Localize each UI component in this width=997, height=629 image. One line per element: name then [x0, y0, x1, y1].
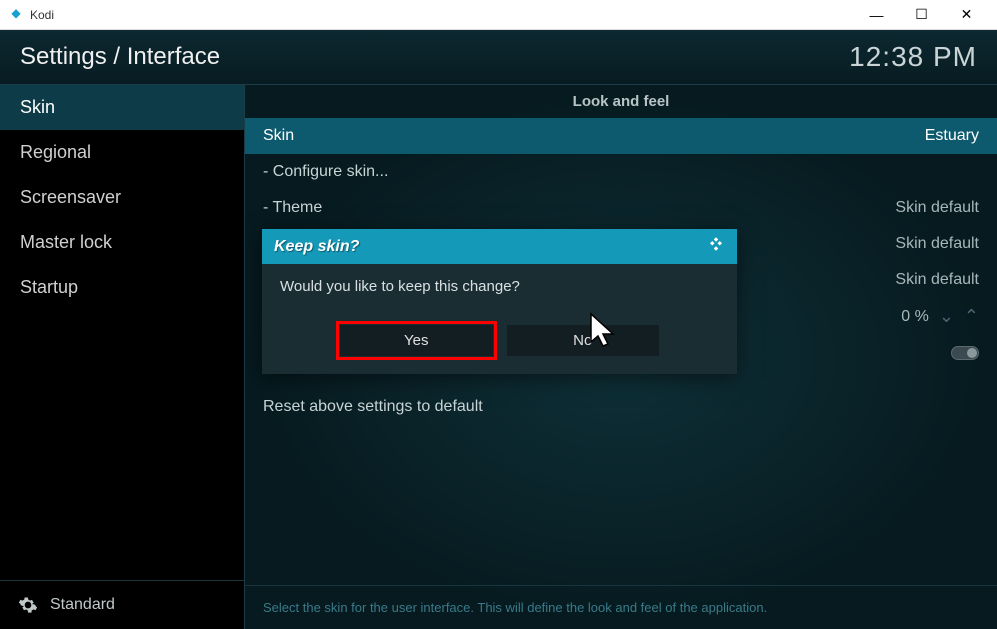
setting-reset[interactable]: Reset above settings to default — [245, 389, 997, 425]
sidebar-item-screensaver[interactable]: Screensaver — [0, 175, 244, 220]
sidebar-item-label: Master lock — [20, 232, 112, 252]
sidebar-item-startup[interactable]: Startup — [0, 265, 244, 310]
window-controls: — ☐ ✕ — [854, 0, 989, 30]
kodi-app-icon — [8, 7, 24, 23]
chevron-down-icon[interactable]: ⌄ — [939, 306, 954, 327]
kodi-logo-icon — [707, 235, 725, 258]
setting-value: Skin default — [895, 199, 979, 217]
settings-level-label: Standard — [50, 596, 115, 614]
setting-configure-skin[interactable]: - Configure skin... — [245, 154, 997, 190]
confirm-dialog: Keep skin? Would you like to keep this c… — [262, 229, 737, 374]
sidebar-item-label: Regional — [20, 142, 91, 162]
setting-skin[interactable]: Skin Estuary — [245, 118, 997, 154]
no-button[interactable]: No — [507, 325, 660, 356]
clock: 12:38 PM — [849, 41, 977, 73]
sidebar-item-skin[interactable]: Skin — [0, 85, 244, 130]
window-title: Kodi — [30, 8, 854, 22]
setting-label: - Configure skin... — [263, 163, 979, 181]
hint-text: Select the skin for the user interface. … — [245, 585, 997, 629]
setting-value: Skin default — [895, 271, 979, 289]
sidebar-item-label: Screensaver — [20, 187, 121, 207]
setting-label: - Theme — [263, 199, 895, 217]
setting-theme[interactable]: - Theme Skin default — [245, 190, 997, 226]
close-button[interactable]: ✕ — [944, 0, 989, 30]
app-header: Settings / Interface 12:38 PM — [0, 30, 997, 85]
button-label: Yes — [404, 332, 428, 349]
sidebar-items: Skin Regional Screensaver Master lock St… — [0, 85, 244, 580]
zoom-controls: 0 % ⌄ ⌃ — [901, 306, 979, 327]
setting-label: Skin — [263, 127, 925, 145]
sidebar-item-master-lock[interactable]: Master lock — [0, 220, 244, 265]
setting-label: Reset above settings to default — [263, 398, 979, 416]
dialog-message: Would you like to keep this change? — [280, 278, 719, 295]
breadcrumb: Settings / Interface — [20, 43, 220, 71]
dialog-title: Keep skin? — [274, 238, 359, 256]
maximize-button[interactable]: ☐ — [899, 0, 944, 30]
toggle-switch[interactable] — [951, 346, 979, 360]
sidebar-item-label: Startup — [20, 277, 78, 297]
setting-value: 0 % — [901, 308, 929, 326]
gear-icon — [18, 595, 38, 615]
settings-level[interactable]: Standard — [0, 580, 244, 629]
window-titlebar: Kodi — ☐ ✕ — [0, 0, 997, 30]
sidebar: Skin Regional Screensaver Master lock St… — [0, 85, 245, 629]
minimize-button[interactable]: — — [854, 0, 899, 30]
chevron-up-icon[interactable]: ⌃ — [964, 306, 979, 327]
sidebar-item-regional[interactable]: Regional — [0, 130, 244, 175]
button-label: No — [573, 332, 592, 349]
section-header: Look and feel — [245, 85, 997, 118]
dialog-body: Would you like to keep this change? Yes … — [262, 264, 737, 374]
setting-value: Skin default — [895, 235, 979, 253]
dialog-buttons: Yes No — [280, 325, 719, 356]
sidebar-item-label: Skin — [20, 97, 55, 117]
yes-button[interactable]: Yes — [340, 325, 493, 356]
dialog-header: Keep skin? — [262, 229, 737, 264]
setting-value: Estuary — [925, 127, 979, 145]
